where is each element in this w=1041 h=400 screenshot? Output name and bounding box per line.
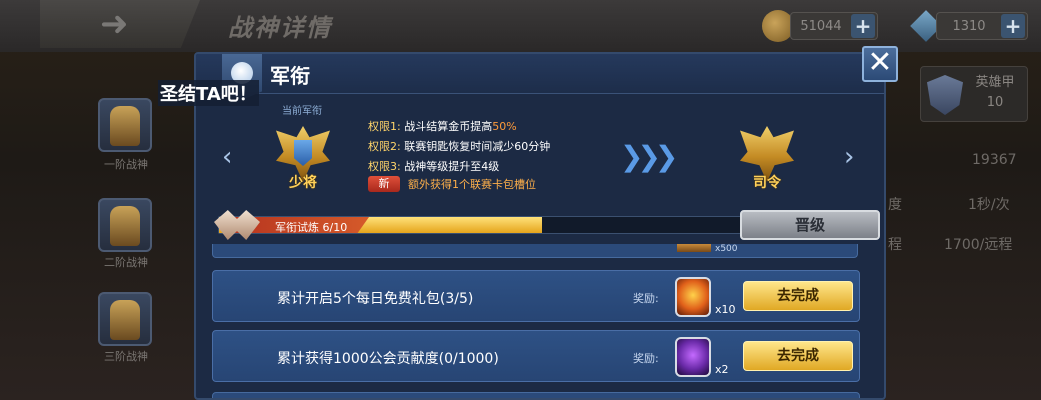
gold-amount: 51044 [800, 18, 842, 34]
reward-label: 奖励: [633, 292, 659, 305]
dialog-header: 军衔 [196, 54, 884, 100]
rank-dialog: 军衔 当前军衔 ‹ 少将 权限1: 战斗结算金币提高50% 权限2: 联赛钥匙恢… [194, 52, 886, 400]
chat-overlay-text: 圣结TA吧！ [158, 80, 259, 106]
progress-label: 军衔试炼 6/10 [275, 221, 348, 234]
reward-count: x10 [715, 303, 736, 316]
reward-count-partial: x500 [715, 244, 738, 254]
stat-value: 19367 [972, 152, 1017, 168]
privilege-2: 权限2: 联赛钥匙恢复时间减少60分钟 [368, 140, 551, 153]
upgrade-chevrons-icon: ❯❯❯ [620, 140, 678, 173]
dialog-title: 军衔 [270, 64, 310, 88]
side-rank-label: 一阶战神 [104, 158, 148, 171]
armor-value: 10 [986, 95, 1004, 110]
task-row: 累计开启5个每日免费礼包(3/5) 奖励: x10 去完成 [212, 270, 860, 322]
back-arrow-icon[interactable]: ➜ [100, 6, 160, 42]
new-badge: 新 [368, 176, 400, 192]
armor-shield-icon [927, 75, 963, 115]
stat-value: 1秒/次 [968, 197, 1010, 213]
hero-portrait-icon [110, 300, 140, 340]
gold-counter: 51044 + [790, 12, 878, 40]
next-rank-name: 司令 [753, 175, 781, 191]
wing-emblem-icon [214, 210, 260, 240]
screen-title: 战神详情 [228, 14, 332, 42]
rank-trial-progress-bar: 军衔试炼 6/10 [218, 216, 758, 234]
reward-count: x2 [715, 363, 729, 376]
side-rank-3[interactable] [98, 292, 152, 346]
task-name: 累计开启5个每日免费礼包(3/5) [277, 291, 474, 307]
close-icon: ✕ [867, 45, 893, 80]
fire-chest-icon[interactable] [675, 277, 711, 317]
task-row: 累计获得1000公会贡献度(0/1000) 奖励: x2 去完成 [212, 330, 860, 382]
side-rank-label: 三阶战神 [104, 350, 148, 363]
armor-label: 英雄甲 [975, 75, 1015, 90]
promote-button[interactable]: 晋级 [740, 210, 880, 240]
prev-rank-arrow-icon[interactable]: ‹ [222, 142, 232, 172]
task-row-partial [212, 392, 860, 398]
privilege-1: 权限1: 战斗结算金币提高50% [368, 120, 517, 133]
side-rank-1[interactable] [98, 98, 152, 152]
go-complete-label: 去完成 [777, 288, 819, 304]
gem-counter: 1310 + [936, 12, 1028, 40]
promote-button-label: 晋级 [794, 216, 825, 234]
stat-label-partial: 度 [888, 197, 902, 213]
gem-amount: 1310 [952, 18, 986, 34]
add-gem-button[interactable]: + [1001, 14, 1025, 38]
stat-label-partial: 程 [888, 237, 902, 253]
side-rank-label: 二阶战神 [104, 256, 148, 269]
reward-label: 奖励: [633, 352, 659, 365]
go-complete-button[interactable]: 去完成 [743, 281, 853, 311]
current-rank-label: 当前军衔 [282, 106, 322, 117]
reward-icon-partial [677, 244, 711, 252]
add-gold-button[interactable]: + [851, 14, 875, 38]
go-complete-label: 去完成 [777, 348, 819, 364]
side-rank-2[interactable] [98, 198, 152, 252]
task-name: 累计获得1000公会贡献度(0/1000) [277, 351, 499, 367]
next-rank-arrow-icon[interactable]: › [844, 142, 854, 172]
stat-value: 1700/远程 [944, 237, 1013, 253]
go-complete-button[interactable]: 去完成 [743, 341, 853, 371]
hero-portrait-icon [110, 106, 140, 146]
new-privilege: 额外获得1个联赛卡包槽位 [408, 178, 536, 191]
close-button[interactable]: ✕ [862, 46, 898, 82]
hero-portrait-icon [110, 206, 140, 246]
armor-panel: 英雄甲 10 [920, 66, 1028, 122]
mask-hero-icon[interactable] [675, 337, 711, 377]
task-row-partial: x500 [212, 244, 858, 258]
current-rank-name: 少将 [289, 175, 317, 191]
privilege-3: 权限3: 战神等级提升至4级 [368, 160, 500, 173]
